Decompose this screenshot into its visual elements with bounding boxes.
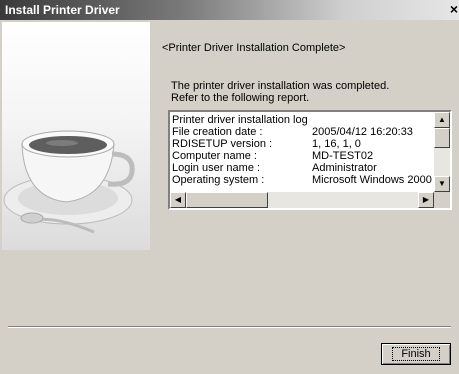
button-separator [8,326,451,328]
log-value-rdisetup-version: 1, 16, 1, 0 [312,138,361,150]
installation-log-box[interactable]: Printer driver installation log File cre… [168,110,452,210]
horizontal-scrollbar[interactable]: ◀ ▶ [170,192,434,208]
log-value-file-creation-date: 2005/04/12 16:20:33 [312,126,413,138]
scrollbar-corner [434,192,450,208]
finish-button[interactable]: Finish [381,343,451,365]
vertical-scrollbar[interactable]: ▲ ▼ [434,112,450,192]
arrow-left-icon[interactable]: ◀ [170,192,186,208]
log-label-rdisetup-version: RDISETUP version : [172,138,273,150]
log-label-operating-system: Operating system : [172,174,265,186]
completion-heading: <Printer Driver Installation Complete> [162,42,346,54]
log-label-file-creation-date: File creation date : [172,126,263,138]
log-value-operating-system: Microsoft Windows 2000 [312,174,432,186]
finish-button-label: Finish [392,347,440,361]
log-header: Printer driver installation log [172,114,308,126]
arrow-right-icon[interactable]: ▶ [418,192,434,208]
vertical-scroll-thumb[interactable] [434,128,450,148]
window-title: Install Printer Driver [5,3,120,17]
close-icon[interactable]: × [447,1,459,17]
horizontal-scroll-thumb[interactable] [186,192,268,208]
report-instruction: Refer to the following report. [171,92,310,104]
log-value-login-user-name: Administrator [312,162,377,174]
completion-message: The printer driver installation was comp… [171,80,390,92]
arrow-up-icon[interactable]: ▲ [434,112,450,128]
log-label-computer-name: Computer name : [172,150,257,162]
log-value-computer-name: MD-TEST02 [312,150,374,162]
title-bar: Install Printer Driver × [0,0,459,20]
log-label-login-user-name: Login user name : [172,162,261,174]
arrow-down-icon[interactable]: ▼ [434,176,450,192]
coffee-cup-illustration [2,22,150,250]
